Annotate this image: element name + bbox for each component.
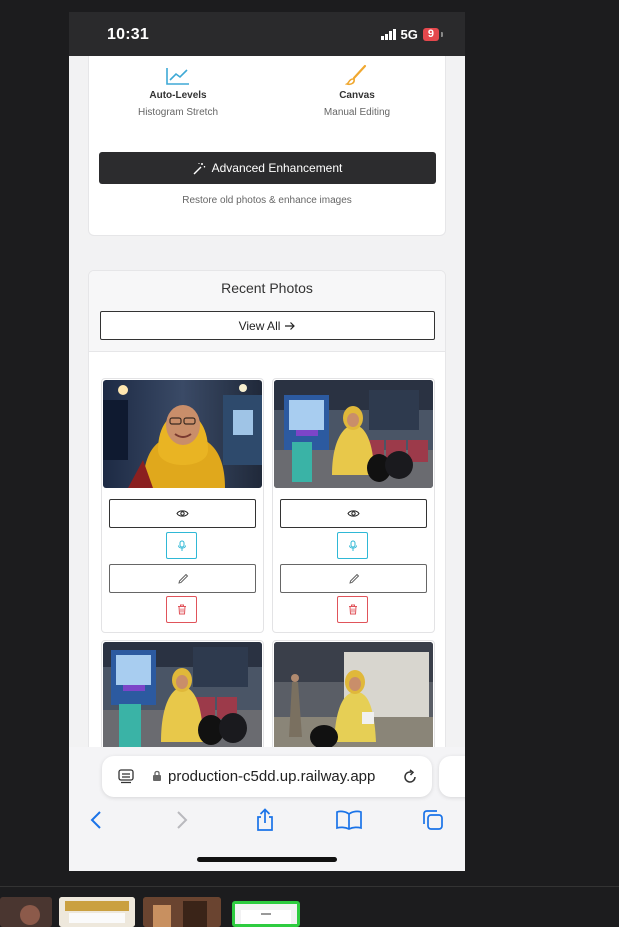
- arrow-right-icon: [285, 321, 296, 330]
- delete-photo-button[interactable]: [166, 596, 197, 623]
- status-time: 10:31: [107, 26, 149, 43]
- phone-screenshot: 10:31 5G 9 Auto-Levels Histogram Stretch…: [69, 12, 465, 871]
- chart-line-icon: [166, 68, 189, 85]
- tool-canvas[interactable]: Canvas Manual Editing: [282, 56, 432, 118]
- photo-thumbnail[interactable]: [274, 380, 433, 488]
- microphone-icon: [348, 540, 357, 551]
- chevron-left-icon: [90, 811, 101, 829]
- photo-thumbnail[interactable]: [103, 642, 262, 750]
- status-bar: 10:31 5G 9: [69, 12, 465, 56]
- photo-thumbnail[interactable]: [274, 642, 433, 750]
- chevron-right-icon: [177, 811, 188, 829]
- strip-thumbnail[interactable]: [143, 897, 221, 927]
- thumbnail-strip: [0, 886, 619, 927]
- tool-title: Auto-Levels: [149, 90, 207, 101]
- battery-icon: 9: [422, 28, 444, 41]
- recent-photos-header: Recent Photos View All: [89, 271, 445, 352]
- trash-icon: [177, 604, 186, 615]
- lock-icon: [153, 770, 161, 781]
- home-indicator: [197, 857, 337, 862]
- tool-subtitle: Manual Editing: [323, 107, 391, 118]
- advanced-caption: Restore old photos & enhance images: [182, 195, 352, 206]
- microphone-icon: [177, 540, 186, 551]
- tool-title: Canvas: [339, 90, 375, 101]
- page-menu-icon: [118, 769, 134, 784]
- reload-icon[interactable]: [402, 769, 418, 785]
- forward-button[interactable]: [167, 805, 197, 835]
- edit-photo-button[interactable]: [109, 564, 256, 593]
- eye-icon: [347, 510, 360, 517]
- strip-thumbnail[interactable]: [59, 897, 135, 927]
- voice-note-button[interactable]: [166, 532, 197, 559]
- photo-card: [272, 378, 435, 633]
- tool-subtitle: Histogram Stretch: [137, 107, 219, 118]
- magic-wand-icon: [193, 162, 205, 174]
- recent-photos-title: Recent Photos: [221, 280, 313, 296]
- share-icon: [257, 808, 273, 831]
- browser-nav: [69, 805, 465, 835]
- pencil-icon: [177, 573, 188, 584]
- photo-card: [101, 378, 264, 633]
- view-all-button[interactable]: View All: [100, 311, 435, 340]
- brush-icon: [345, 64, 367, 86]
- back-button[interactable]: [81, 805, 111, 835]
- strip-thumbnail-selected[interactable]: [232, 901, 300, 927]
- tool-auto-levels[interactable]: Auto-Levels Histogram Stretch: [103, 56, 253, 118]
- trash-icon: [348, 604, 357, 615]
- view-all-label: View All: [238, 318, 281, 333]
- advanced-enhancement-button[interactable]: Advanced Enhancement: [99, 152, 436, 184]
- tools-card: Auto-Levels Histogram Stretch Canvas Man…: [88, 56, 446, 236]
- address-bar[interactable]: production-c5dd.up.railway.app: [102, 756, 432, 797]
- voice-note-button[interactable]: [337, 532, 368, 559]
- bookmarks-button[interactable]: [334, 805, 364, 835]
- photo-thumbnail[interactable]: [103, 380, 262, 488]
- network-label: 5G: [400, 27, 418, 42]
- recent-photos-card: Recent Photos View All: [88, 270, 446, 790]
- view-photo-button[interactable]: [280, 499, 427, 528]
- next-tab-pill[interactable]: [439, 756, 465, 797]
- pencil-icon: [348, 573, 359, 584]
- delete-photo-button[interactable]: [337, 596, 368, 623]
- view-photo-button[interactable]: [109, 499, 256, 528]
- edit-photo-button[interactable]: [280, 564, 427, 593]
- advanced-enhancement-label: Advanced Enhancement: [211, 161, 343, 175]
- share-button[interactable]: [250, 805, 280, 835]
- url-text: production-c5dd.up.railway.app: [168, 768, 376, 785]
- tabs-button[interactable]: [418, 805, 448, 835]
- signal-icon: [380, 29, 396, 40]
- strip-thumbnail[interactable]: [0, 897, 52, 927]
- browser-toolbar: production-c5dd.up.railway.app: [69, 747, 465, 871]
- status-indicators: 5G 9: [380, 27, 444, 42]
- tabs-icon: [423, 810, 443, 830]
- eye-icon: [176, 510, 189, 517]
- book-icon: [336, 810, 362, 830]
- photo-viewer: 10:31 5G 9 Auto-Levels Histogram Stretch…: [0, 0, 619, 927]
